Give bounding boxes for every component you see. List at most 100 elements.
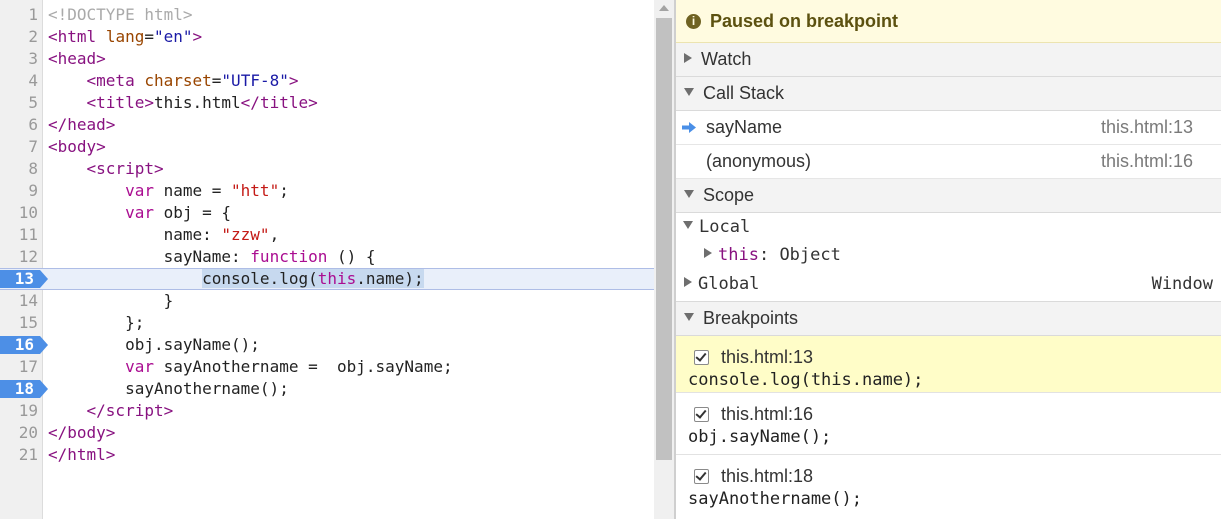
code-line[interactable]: 14 } bbox=[0, 290, 654, 312]
triangle-down-icon bbox=[684, 190, 694, 199]
scope-global-label: Global bbox=[698, 274, 760, 294]
scope-this-value: Object bbox=[779, 245, 841, 265]
scope-tree: Local this: Object Global Window bbox=[676, 213, 1221, 302]
code-line[interactable]: 13 console.log(this.name); bbox=[0, 268, 654, 290]
code-line[interactable]: 7 <body> bbox=[0, 136, 654, 158]
breakpoint-marker[interactable]: 16 bbox=[0, 335, 48, 354]
editor-scrollbar[interactable] bbox=[654, 0, 674, 519]
line-number[interactable]: 12 bbox=[0, 246, 38, 268]
code-text: console.log(this.name); bbox=[202, 269, 424, 288]
line-number[interactable]: 2 bbox=[0, 26, 38, 48]
scope-global-row[interactable]: Global Window bbox=[676, 269, 1221, 302]
code-line[interactable]: 10 var obj = { bbox=[0, 202, 654, 224]
code-text: <!DOCTYPE html> bbox=[48, 5, 193, 24]
call-frame-name: (anonymous) bbox=[706, 151, 812, 171]
line-number: 16 bbox=[14, 335, 34, 354]
line-number[interactable]: 5 bbox=[0, 92, 38, 114]
breakpoint-item[interactable]: this.html:18 sayAnothername(); bbox=[676, 455, 1221, 517]
scope-section-header[interactable]: Scope bbox=[676, 179, 1221, 213]
code-line[interactable]: 1 <!DOCTYPE html> bbox=[0, 4, 654, 26]
arrow-right-icon bbox=[682, 122, 696, 133]
line-number[interactable]: 17 bbox=[0, 356, 38, 378]
line-number: 13 bbox=[14, 269, 34, 288]
line-number[interactable]: 21 bbox=[0, 444, 38, 466]
code-line[interactable]: 9 var name = "htt"; bbox=[0, 180, 654, 202]
triangle-right-icon bbox=[704, 248, 712, 258]
breakpoint-item[interactable]: this.html:13 console.log(this.name); bbox=[676, 336, 1221, 393]
watch-section-header[interactable]: Watch bbox=[676, 43, 1221, 77]
code-text: <html lang="en"> bbox=[48, 27, 203, 46]
code-line[interactable]: 16 obj.sayName(); bbox=[0, 334, 654, 356]
debugger-sidebar: i Paused on breakpoint Watch Call Stack … bbox=[676, 0, 1221, 519]
breakpoint-header: this.html:18 bbox=[688, 464, 1221, 488]
line-number[interactable]: 14 bbox=[0, 290, 38, 312]
line-number[interactable]: 6 bbox=[0, 114, 38, 136]
info-icon: i bbox=[686, 13, 701, 29]
code-line[interactable]: 5 <title>this.html</title> bbox=[0, 92, 654, 114]
code-line[interactable]: 15 }; bbox=[0, 312, 654, 334]
breakpoints-section-header[interactable]: Breakpoints bbox=[676, 302, 1221, 336]
line-number[interactable]: 9 bbox=[0, 180, 38, 202]
breakpoint-marker[interactable]: 18 bbox=[0, 380, 48, 398]
line-number[interactable]: 8 bbox=[0, 158, 38, 180]
code-line[interactable]: 3 <head> bbox=[0, 48, 654, 70]
line-number[interactable]: 11 bbox=[0, 224, 38, 246]
line-number[interactable]: 7 bbox=[0, 136, 38, 158]
call-stack-section-header[interactable]: Call Stack bbox=[676, 77, 1221, 111]
breakpoints-list: this.html:13 console.log(this.name); this.… bbox=[676, 336, 1221, 517]
line-number[interactable]: 20 bbox=[0, 422, 38, 444]
scroll-up-arrow-icon[interactable] bbox=[659, 5, 669, 11]
call-stack-frame[interactable]: (anonymous) this.html:16 bbox=[676, 145, 1221, 179]
code-line[interactable]: 8 <script> bbox=[0, 158, 654, 180]
call-stack-frame[interactable]: sayName this.html:13 bbox=[676, 111, 1221, 145]
code-line[interactable]: 12 sayName: function () { bbox=[0, 246, 654, 268]
line-number[interactable]: 19 bbox=[0, 400, 38, 422]
code-text: sayAnothername(); bbox=[48, 379, 289, 398]
breakpoint-source: console.log(this.name); bbox=[688, 370, 924, 390]
call-stack-label: Call Stack bbox=[703, 83, 785, 103]
scope-local-row[interactable]: Local bbox=[676, 213, 1221, 241]
line-number[interactable]: 3 bbox=[0, 48, 38, 70]
breakpoint-location: this.html:13 bbox=[721, 347, 814, 367]
line-number[interactable]: 1 bbox=[0, 4, 38, 26]
code-text: var name = "htt"; bbox=[125, 181, 289, 200]
call-frame-location[interactable]: this.html:13 bbox=[1101, 111, 1193, 144]
scope-local-label: Local bbox=[699, 217, 751, 237]
line-number[interactable]: 10 bbox=[0, 202, 38, 224]
code-line[interactable]: 6 </head> bbox=[0, 114, 654, 136]
code-line[interactable]: 19 </script> bbox=[0, 400, 654, 422]
code-editor[interactable]: 1 <!DOCTYPE html> 2 <html lang="en"> 3 <head>… bbox=[0, 0, 654, 519]
code-line[interactable]: 21 </html> bbox=[0, 444, 654, 466]
breakpoint-item[interactable]: this.html:16 obj.sayName(); bbox=[676, 393, 1221, 455]
code-line[interactable]: 4 <meta charset="UTF-8"> bbox=[0, 70, 654, 92]
triangle-right-icon bbox=[684, 277, 692, 287]
code-text: </script> bbox=[86, 401, 174, 420]
watch-label: Watch bbox=[701, 49, 752, 69]
line-number[interactable]: 15 bbox=[0, 312, 38, 334]
scope-this-key: this bbox=[718, 245, 759, 265]
call-frame-name: sayName bbox=[706, 117, 783, 137]
paused-banner: i Paused on breakpoint bbox=[676, 0, 1221, 43]
scope-this-row[interactable]: this: Object bbox=[676, 241, 1221, 269]
checkbox-checked-icon[interactable] bbox=[694, 349, 709, 365]
breakpoint-location: this.html:18 bbox=[721, 466, 814, 486]
breakpoint-source: sayAnothername(); bbox=[688, 489, 862, 509]
breakpoint-marker[interactable]: 13 bbox=[0, 269, 48, 288]
checkbox-checked-icon[interactable] bbox=[694, 406, 709, 422]
code-text: </html> bbox=[48, 445, 116, 464]
scope-global-value: Window bbox=[1151, 274, 1213, 294]
paused-message: Paused on breakpoint bbox=[710, 10, 899, 31]
code-line[interactable]: 11 name: "zzw", bbox=[0, 224, 654, 246]
scope-label: Scope bbox=[703, 185, 755, 205]
code-line[interactable]: 20 </body> bbox=[0, 422, 654, 444]
code-text: obj.sayName(); bbox=[48, 335, 260, 354]
checkbox-checked-icon[interactable] bbox=[694, 468, 709, 484]
scrollbar-thumb[interactable] bbox=[656, 18, 672, 460]
triangle-down-icon bbox=[684, 313, 694, 322]
code-text: <meta charset="UTF-8"> bbox=[86, 71, 299, 90]
code-line[interactable]: 2 <html lang="en"> bbox=[0, 26, 654, 48]
code-line[interactable]: 18 sayAnothername(); bbox=[0, 378, 654, 400]
line-number[interactable]: 4 bbox=[0, 70, 38, 92]
code-line[interactable]: 17 var sayAnothername = obj.sayName; bbox=[0, 356, 654, 378]
call-frame-location[interactable]: this.html:16 bbox=[1101, 145, 1193, 178]
